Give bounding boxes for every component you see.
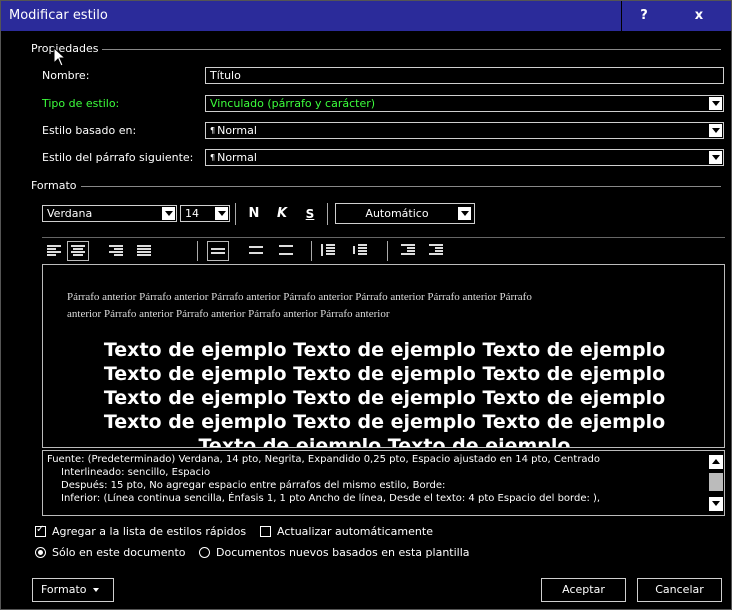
new-documents-radio[interactable] bbox=[199, 547, 210, 558]
increase-indent-icon[interactable] bbox=[429, 244, 443, 256]
description-line: Inferior: (Línea continua sencilla, Énfa… bbox=[61, 493, 601, 504]
double-spacing-icon[interactable] bbox=[279, 245, 293, 257]
single-spacing-icon bbox=[211, 246, 225, 258]
based-on-label: Estilo basado en: bbox=[42, 124, 137, 137]
chevron-down-icon[interactable] bbox=[709, 151, 722, 164]
paragraph-mark-icon: ¶ bbox=[210, 153, 216, 162]
chevron-down-icon bbox=[712, 501, 720, 506]
one-half-spacing-icon[interactable] bbox=[249, 245, 263, 257]
mouse-pointer-icon bbox=[53, 47, 67, 67]
scrollbar-thumb[interactable] bbox=[709, 473, 723, 491]
modify-style-dialog: Modificar estilo ? x Propiedades Nombre:… bbox=[0, 0, 732, 610]
chevron-down-icon[interactable] bbox=[162, 207, 175, 220]
justify-icon[interactable] bbox=[137, 245, 151, 257]
help-button[interactable]: ? bbox=[621, 1, 666, 31]
toolbar-separator bbox=[197, 241, 198, 261]
only-this-document-radio[interactable] bbox=[35, 547, 46, 558]
align-left-icon[interactable] bbox=[47, 245, 61, 257]
auto-update-label[interactable]: Actualizar automáticamente bbox=[277, 525, 433, 538]
align-center-icon bbox=[71, 245, 85, 257]
decrease-indent-icon[interactable] bbox=[401, 244, 415, 256]
toolbar-separator bbox=[235, 203, 236, 225]
properties-divider bbox=[31, 49, 721, 50]
decrease-spacing-before-icon[interactable] bbox=[353, 244, 367, 256]
add-quick-styles-checkbox[interactable] bbox=[35, 524, 46, 537]
chevron-down-icon[interactable] bbox=[458, 207, 471, 220]
format-menu-button[interactable]: Formato bbox=[32, 578, 114, 602]
scroll-up-button[interactable] bbox=[709, 455, 723, 469]
previous-paragraph-text: Párrafo anterior Párrafo anterior Párraf… bbox=[67, 289, 697, 323]
description-line: Interlineado: sencillo, Espacio bbox=[61, 467, 211, 478]
align-right-icon[interactable] bbox=[109, 245, 123, 257]
new-documents-label[interactable]: Documentos nuevos basados en esta planti… bbox=[216, 546, 470, 559]
based-on-select[interactable]: ¶ Normal bbox=[205, 122, 724, 139]
style-type-select[interactable]: Vinculado (párrafo y carácter) bbox=[205, 95, 724, 112]
bold-button[interactable]: N bbox=[243, 204, 265, 224]
align-center-button[interactable] bbox=[67, 241, 89, 261]
close-button[interactable]: x bbox=[677, 1, 721, 31]
next-style-value: Normal bbox=[217, 151, 257, 164]
title-bar: Modificar estilo ? x bbox=[1, 1, 731, 31]
sample-text-line: Texto de ejemplo Texto de ejemplo bbox=[198, 435, 571, 448]
sample-text-line: Texto de ejemplo Texto de ejemplo Texto … bbox=[103, 387, 666, 409]
chevron-down-icon[interactable] bbox=[709, 97, 722, 110]
toolbar-separator bbox=[327, 203, 328, 225]
style-preview: Párrafo anterior Párrafo anterior Párraf… bbox=[42, 264, 725, 448]
style-type-value: Vinculado (párrafo y carácter) bbox=[210, 97, 376, 110]
sample-text-line: Texto de ejemplo Texto de ejemplo Texto … bbox=[103, 363, 666, 385]
based-on-value: Normal bbox=[217, 124, 257, 137]
description-line: Fuente: (Predeterminado) Verdana, 14 pto… bbox=[47, 454, 601, 465]
name-input[interactable]: Título bbox=[205, 67, 724, 84]
chevron-up-icon bbox=[712, 459, 720, 464]
italic-button[interactable]: K bbox=[271, 204, 293, 224]
font-color-value: Automático bbox=[365, 207, 429, 220]
only-this-document-label[interactable]: Sólo en este documento bbox=[52, 546, 186, 559]
font-size-value: 14 bbox=[185, 207, 199, 220]
sample-text-line: Texto de ejemplo Texto de ejemplo Texto … bbox=[103, 411, 666, 433]
font-select[interactable]: Verdana bbox=[42, 205, 177, 222]
previous-paragraph-line: Párrafo anterior Párrafo anterior Párraf… bbox=[67, 291, 532, 303]
format-toolbar-divider bbox=[42, 237, 725, 238]
style-type-label: Tipo de estilo: bbox=[42, 97, 120, 110]
previous-paragraph-line: anterior Párrafo anterior Párrafo anteri… bbox=[67, 308, 390, 320]
single-spacing-button[interactable] bbox=[207, 241, 229, 261]
window-title: Modificar estilo bbox=[9, 8, 108, 23]
chevron-down-icon bbox=[93, 588, 99, 592]
format-group-label: Formato bbox=[31, 179, 81, 192]
format-divider bbox=[31, 186, 721, 187]
font-size-select[interactable]: 14 bbox=[180, 205, 230, 222]
description-line: Después: 15 pto, No agregar espacio entr… bbox=[61, 480, 446, 491]
next-style-select[interactable]: ¶ Normal bbox=[205, 149, 724, 166]
sample-text-line: Texto de ejemplo Texto de ejemplo Texto … bbox=[103, 339, 666, 361]
ok-button[interactable]: Aceptar bbox=[541, 578, 626, 602]
format-menu-label: Formato bbox=[41, 583, 87, 596]
paragraph-mark-icon: ¶ bbox=[210, 126, 216, 135]
font-color-select[interactable]: Automático bbox=[335, 203, 475, 224]
next-style-label: Estilo del párrafo siguiente: bbox=[42, 151, 194, 164]
style-description[interactable]: Fuente: (Predeterminado) Verdana, 14 pto… bbox=[42, 450, 725, 516]
underline-button[interactable]: S bbox=[299, 204, 321, 224]
chevron-down-icon[interactable] bbox=[709, 124, 722, 137]
name-label: Nombre: bbox=[42, 69, 90, 82]
font-value: Verdana bbox=[47, 207, 93, 220]
auto-update-checkbox[interactable] bbox=[260, 526, 271, 537]
chevron-down-icon[interactable] bbox=[215, 207, 228, 220]
name-value: Título bbox=[210, 69, 241, 82]
add-quick-styles-label[interactable]: Agregar a la lista de estilos rápidos bbox=[52, 525, 246, 538]
toolbar-separator bbox=[387, 241, 388, 261]
toolbar-separator bbox=[311, 241, 312, 261]
scroll-down-button[interactable] bbox=[709, 497, 723, 511]
cancel-button[interactable]: Cancelar bbox=[637, 578, 722, 602]
increase-spacing-before-icon[interactable] bbox=[321, 244, 335, 256]
